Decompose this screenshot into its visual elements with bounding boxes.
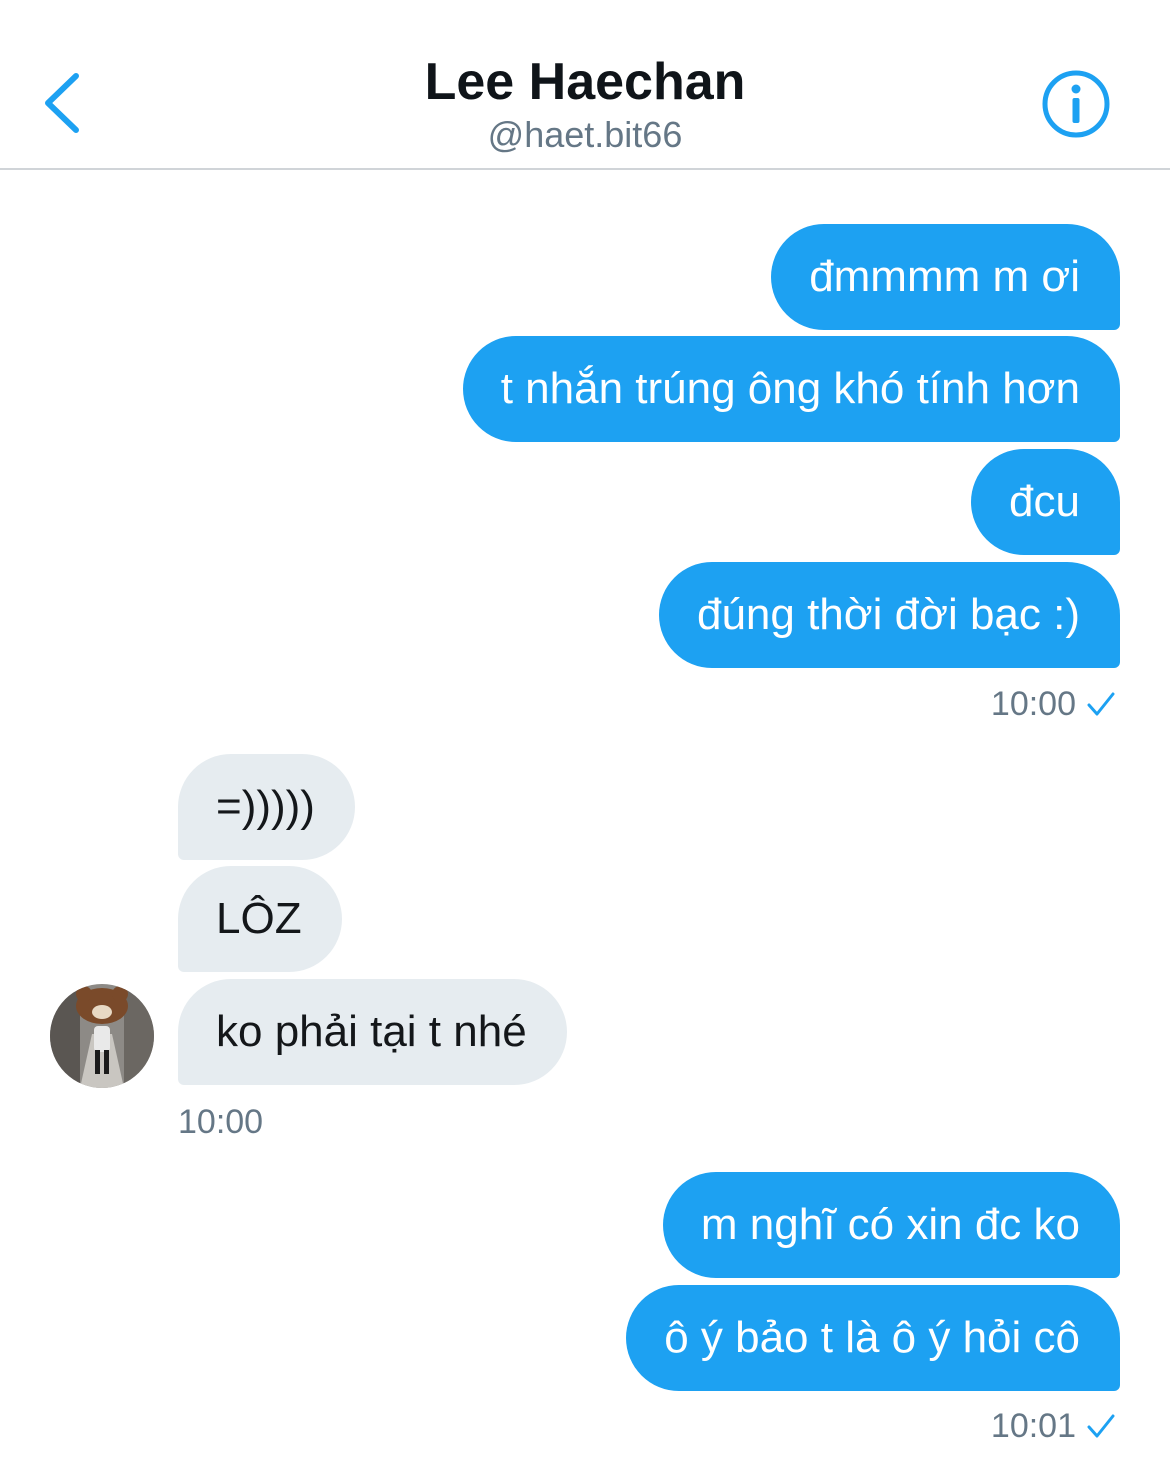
sent-message-bubble[interactable]: ô ý bảo t là ô ý hỏi cô <box>626 1285 1120 1391</box>
message-text: =))))) <box>216 782 315 831</box>
timestamp-text: 10:01 <box>990 1407 1076 1445</box>
message-text: m nghĩ có xin đc ko <box>700 1200 1080 1249</box>
checkmark-icon <box>1087 692 1115 716</box>
info-button[interactable] <box>1040 68 1112 140</box>
sent-message-bubble[interactable]: đcu <box>971 449 1120 555</box>
sent-message-bubble[interactable]: đmmmm m ơi <box>771 224 1120 330</box>
message-timestamp: 10:01 <box>991 1406 1116 1446</box>
message-text: ô ý bảo t là ô ý hỏi cô <box>664 1313 1080 1362</box>
timestamp-text: 10:00 <box>990 685 1076 723</box>
avatar[interactable] <box>50 984 154 1088</box>
info-circle-icon <box>1042 70 1110 138</box>
conversation-title[interactable]: Lee Haechan <box>0 52 1170 112</box>
conversation-header: Lee Haechan @haet.bit66 <box>0 0 1170 170</box>
message-text: đúng thời đời bạc :) <box>696 590 1080 639</box>
message-text: ko phải tại t nhé <box>216 1007 527 1056</box>
received-message-bubble[interactable]: LÔZ <box>178 866 342 972</box>
received-message-bubble[interactable]: ko phải tại t nhé <box>178 979 567 1085</box>
received-message-bubble[interactable]: =))))) <box>178 754 355 860</box>
message-timestamp: 10:00 <box>991 684 1116 724</box>
message-text: đcu <box>1009 477 1080 526</box>
message-text: đmmmm m ơi <box>809 252 1080 301</box>
message-text: LÔZ <box>216 894 302 943</box>
sent-message-bubble[interactable]: t nhắn trúng ông khó tính hơn <box>462 336 1120 442</box>
message-text: t nhắn trúng ông khó tính hơn <box>500 364 1080 413</box>
conversation-handle[interactable]: @haet.bit66 <box>0 114 1170 156</box>
avatar-image <box>50 984 154 1088</box>
sent-message-bubble[interactable]: m nghĩ có xin đc ko <box>662 1172 1120 1278</box>
checkmark-icon <box>1087 1414 1115 1438</box>
message-timestamp: 10:00 <box>178 1103 264 1141</box>
sent-message-bubble[interactable]: đúng thời đời bạc :) <box>658 562 1120 668</box>
